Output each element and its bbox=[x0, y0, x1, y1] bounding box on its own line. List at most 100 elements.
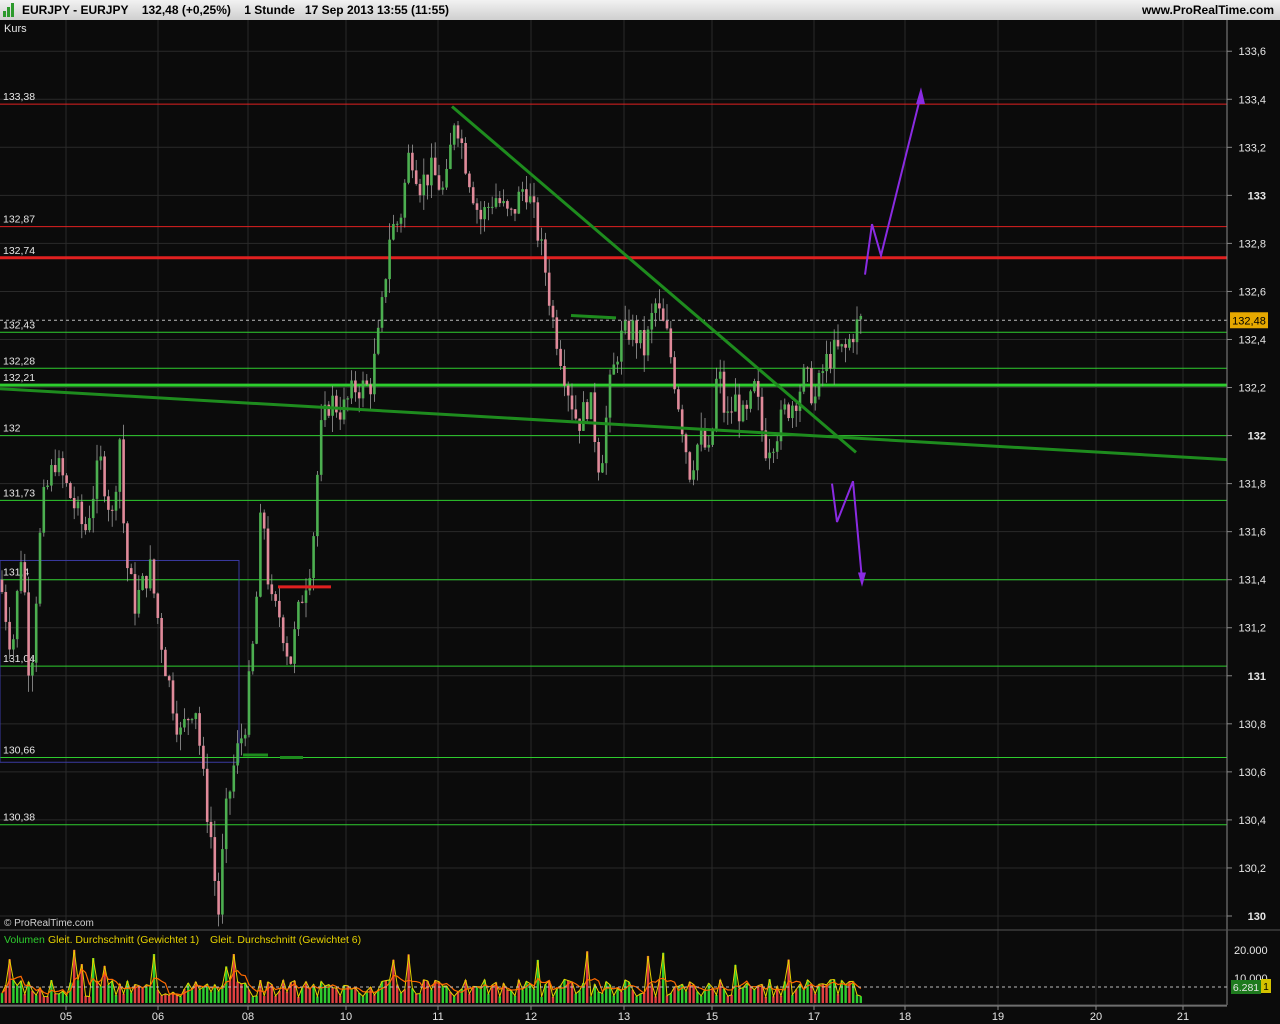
candle-body bbox=[699, 428, 703, 445]
candle-body bbox=[540, 239, 543, 241]
candle-body bbox=[601, 463, 604, 473]
candle-body bbox=[198, 713, 201, 746]
candle-body bbox=[224, 798, 228, 850]
volume-bar bbox=[665, 995, 669, 1003]
candle-body bbox=[544, 239, 547, 273]
candle-body bbox=[475, 203, 479, 210]
candle-body bbox=[312, 536, 315, 579]
volume-bar bbox=[563, 979, 566, 1003]
site-link[interactable]: www.ProRealTime.com bbox=[1142, 3, 1274, 17]
candle-body bbox=[91, 498, 95, 519]
level-label: 133,38 bbox=[3, 91, 35, 103]
candle-body bbox=[414, 170, 418, 184]
candle-body bbox=[783, 404, 787, 410]
volume-bar bbox=[506, 989, 509, 1003]
volume-bar bbox=[308, 989, 311, 1003]
candle-body bbox=[829, 353, 832, 369]
volume-bar bbox=[643, 992, 646, 1003]
candle-body bbox=[42, 486, 46, 533]
volume-bar bbox=[738, 988, 741, 1003]
candle-body bbox=[167, 676, 171, 681]
candle-body bbox=[12, 639, 15, 650]
candle-body bbox=[418, 183, 422, 196]
candle-body bbox=[623, 320, 627, 331]
y-tick-label: 132,4 bbox=[1238, 334, 1266, 346]
candle-body bbox=[110, 509, 114, 511]
y-tick-label: 133 bbox=[1248, 190, 1266, 202]
candle-body bbox=[152, 559, 156, 594]
candle-body bbox=[464, 143, 467, 174]
candle-body bbox=[217, 880, 220, 915]
y-tick-label: 132,6 bbox=[1238, 286, 1266, 298]
volume-bar bbox=[707, 983, 710, 1003]
candle-body bbox=[532, 196, 536, 203]
volume-bar bbox=[749, 986, 752, 1003]
volume-bar bbox=[597, 991, 600, 1003]
candle-body bbox=[190, 719, 194, 721]
x-tick-label: 15 bbox=[706, 1011, 718, 1023]
price-chart[interactable]: 133,38132,87132,74132,43132,28132,211321… bbox=[0, 20, 1280, 1024]
candle-body bbox=[859, 315, 863, 320]
volume-bar bbox=[700, 995, 703, 1003]
level-label: 132,74 bbox=[3, 245, 35, 257]
candle-body bbox=[202, 745, 205, 769]
volume-bar bbox=[445, 985, 448, 1003]
volume-bar bbox=[479, 986, 482, 1003]
candle-body bbox=[525, 189, 528, 203]
volume-bar bbox=[54, 993, 57, 1003]
candle-body bbox=[680, 409, 684, 435]
volume-bar bbox=[403, 989, 406, 1003]
candle-body bbox=[228, 791, 232, 799]
candle-body bbox=[737, 394, 741, 422]
candle-body bbox=[718, 371, 722, 379]
candle-body bbox=[642, 330, 646, 356]
candle-body bbox=[183, 719, 186, 728]
volume-bar bbox=[84, 996, 87, 1003]
level-label: 131,73 bbox=[3, 487, 35, 499]
candle-body bbox=[430, 157, 433, 186]
candle-body bbox=[175, 713, 179, 735]
candle-body bbox=[684, 434, 688, 453]
candle-body bbox=[775, 441, 779, 452]
candle-body bbox=[821, 371, 825, 373]
volume-bar bbox=[753, 989, 756, 1003]
volume-bar bbox=[354, 988, 357, 1003]
candle-body bbox=[133, 574, 137, 614]
candle-body bbox=[502, 201, 505, 204]
candle-body bbox=[802, 367, 806, 392]
candle-body bbox=[107, 496, 110, 510]
candle-body bbox=[756, 381, 760, 397]
candle-body bbox=[844, 344, 847, 348]
candle-body bbox=[266, 528, 270, 585]
x-tick-label: 19 bbox=[992, 1011, 1004, 1023]
volume-bar bbox=[175, 995, 178, 1003]
candle-body bbox=[259, 512, 262, 597]
y-tick-label: 132 bbox=[1248, 431, 1266, 443]
volume-bar bbox=[855, 994, 859, 1003]
volume-bar bbox=[684, 991, 688, 1003]
y-tick-label: 131,4 bbox=[1238, 575, 1266, 587]
level-label: 130,66 bbox=[3, 744, 35, 756]
candle-body bbox=[278, 600, 281, 618]
candle-body bbox=[395, 223, 399, 225]
candle-body bbox=[243, 734, 247, 739]
volume-bar bbox=[137, 985, 140, 1003]
candle-body bbox=[779, 409, 783, 442]
y-tick-label: 130,8 bbox=[1238, 719, 1266, 731]
candle-body bbox=[722, 371, 726, 413]
candle-body bbox=[15, 591, 19, 640]
candle-body bbox=[559, 348, 562, 366]
candle-body bbox=[213, 837, 217, 881]
candle-body bbox=[597, 442, 600, 473]
y-tick-label: 132,8 bbox=[1238, 238, 1266, 250]
volume-bar bbox=[426, 980, 429, 1003]
candle-body bbox=[293, 629, 296, 664]
candle-body bbox=[411, 152, 414, 171]
volume-bar bbox=[620, 991, 623, 1003]
volume-bar bbox=[194, 981, 197, 1003]
volume-bar bbox=[859, 996, 862, 1003]
candle-body bbox=[247, 671, 251, 735]
candle-body bbox=[240, 738, 243, 744]
candle-body bbox=[794, 405, 798, 411]
y-tick-label: 132,2 bbox=[1238, 383, 1266, 395]
